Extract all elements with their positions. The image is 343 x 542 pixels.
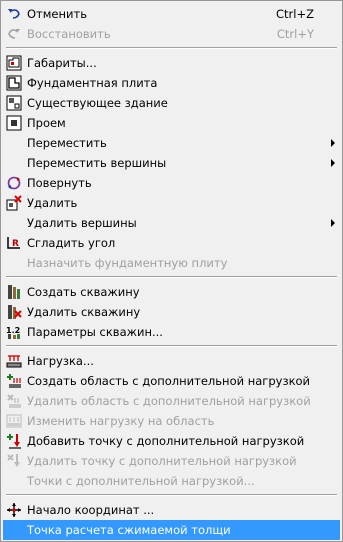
separator [6,345,337,346]
delete-icon [6,195,22,211]
menu-item-load-points-list[interactable]: Точки с дополнительной нагрузкой... [3,471,340,491]
menu-item-label: Повернуть [27,176,92,190]
menu-item-assign-foundation-plate[interactable]: Назначить фундаментную плиту [3,253,340,273]
menu-item-edit-area-load[interactable]: Изменить нагрузку на область [3,411,340,431]
rotate-icon [6,175,22,191]
menu-item-existing-building[interactable]: Существующее здание [3,93,340,113]
menu-item-label: Фундаментная плита [27,76,158,90]
menu-item-label: Проем [27,116,66,130]
menu-item-rotate[interactable]: Повернуть [3,173,340,193]
submenu-arrow-icon [331,139,335,147]
menu-item-label: Удалить точку с дополнительной нагрузкой [27,454,297,468]
menu-item-label: Существующее здание [27,96,168,110]
borehole-params-icon: 1.2 [6,324,22,340]
menu-item-shortcut: Ctrl+Y [276,27,314,41]
undo-icon [6,6,22,22]
create-load-area-icon [6,373,22,389]
menu-item-label: Создать скважину [27,285,140,299]
delete-load-area-icon [6,393,22,409]
menu-item-label: Изменить нагрузку на область [27,414,215,428]
submenu-arrow-icon [331,219,335,227]
menu-item-label: Отменить [27,7,87,21]
separator [6,494,337,495]
menu-item-label: Назначить фундаментную плиту [27,256,228,270]
separator [6,276,337,277]
menu-item-move-vertices[interactable]: Переместить вершины [3,153,340,173]
menu-item-origin[interactable]: Начало координат ... [3,500,340,520]
add-load-point-icon [6,433,22,449]
menu-item-label: Удалить область с дополнительной нагрузк… [27,394,311,408]
menu-item-delete-vertices[interactable]: Удалить вершины [3,213,340,233]
menu-item-borehole-params[interactable]: 1.2 Параметры скважин... [3,322,340,342]
svg-text:1.2: 1.2 [6,326,20,335]
create-borehole-icon [6,284,22,300]
menu-item-label: Начало координат ... [27,503,155,517]
separator [6,47,337,48]
menu-item-foundation-plate[interactable]: Фундаментная плита [3,73,340,93]
menu-item-add-load-point[interactable]: Добавить точку с дополнительной нагрузко… [3,431,340,451]
menu-item-label: Параметры скважин... [27,325,163,339]
menu-item-label: Переместить [27,136,107,150]
menu-item-label: Переместить вершины [27,156,167,170]
menu-item-delete[interactable]: Удалить [3,193,340,213]
menu-item-compressible-layer-point[interactable]: Точка расчета сжимаемой толщи [3,520,340,540]
menu-item-label: Точка расчета сжимаемой толщи [27,523,231,537]
menu-item-undo[interactable]: Отменить Ctrl+Z [3,4,340,24]
origin-icon [6,502,22,518]
menu-item-delete-load-point[interactable]: Удалить точку с дополнительной нагрузкой [3,451,340,471]
menu-item-label: Создать область с дополнительной нагрузк… [27,374,311,388]
context-menu: Отменить Ctrl+Z Восстановить Ctrl+Y Габа… [0,0,343,542]
load-icon [6,353,22,369]
menu-item-create-borehole[interactable]: Создать скважину [3,282,340,302]
menu-item-label: Удалить вершины [27,216,137,230]
existing-building-icon [6,95,22,111]
menu-item-label: Удалить [27,196,78,210]
menu-item-label: Нагрузка... [27,354,94,368]
menu-item-label: Точки с дополнительной нагрузкой... [27,474,255,488]
delete-load-point-icon [6,453,22,469]
menu-item-load[interactable]: Нагрузка... [3,351,340,371]
menu-item-create-load-area[interactable]: Создать область с дополнительной нагрузк… [3,371,340,391]
menu-item-label: Сгладить угол [27,236,116,250]
opening-icon [6,115,22,131]
dimensions-icon [6,55,22,71]
menu-item-smooth-corner[interactable]: R Сгладить угол [3,233,340,253]
menu-item-opening[interactable]: Проем [3,113,340,133]
foundation-plate-icon [6,75,22,91]
menu-item-dimensions[interactable]: Габариты... [3,53,340,73]
menu-item-label: Удалить скважину [27,305,141,319]
menu-item-delete-borehole[interactable]: Удалить скважину [3,302,340,322]
menu-item-label: Восстановить [27,27,111,41]
menu-item-move[interactable]: Переместить [3,133,340,153]
smooth-corner-icon: R [6,235,22,251]
menu-item-label: Добавить точку с дополнительной нагрузко… [27,434,305,448]
menu-item-shortcut: Ctrl+Z [276,7,314,21]
menu-item-redo[interactable]: Восстановить Ctrl+Y [3,24,340,44]
submenu-arrow-icon [331,159,335,167]
edit-area-load-icon [6,413,22,429]
menu-item-delete-load-area[interactable]: Удалить область с дополнительной нагрузк… [3,391,340,411]
svg-text:R: R [12,239,19,249]
delete-borehole-icon [6,304,22,320]
menu-item-label: Габариты... [27,56,97,70]
redo-icon [6,26,22,42]
